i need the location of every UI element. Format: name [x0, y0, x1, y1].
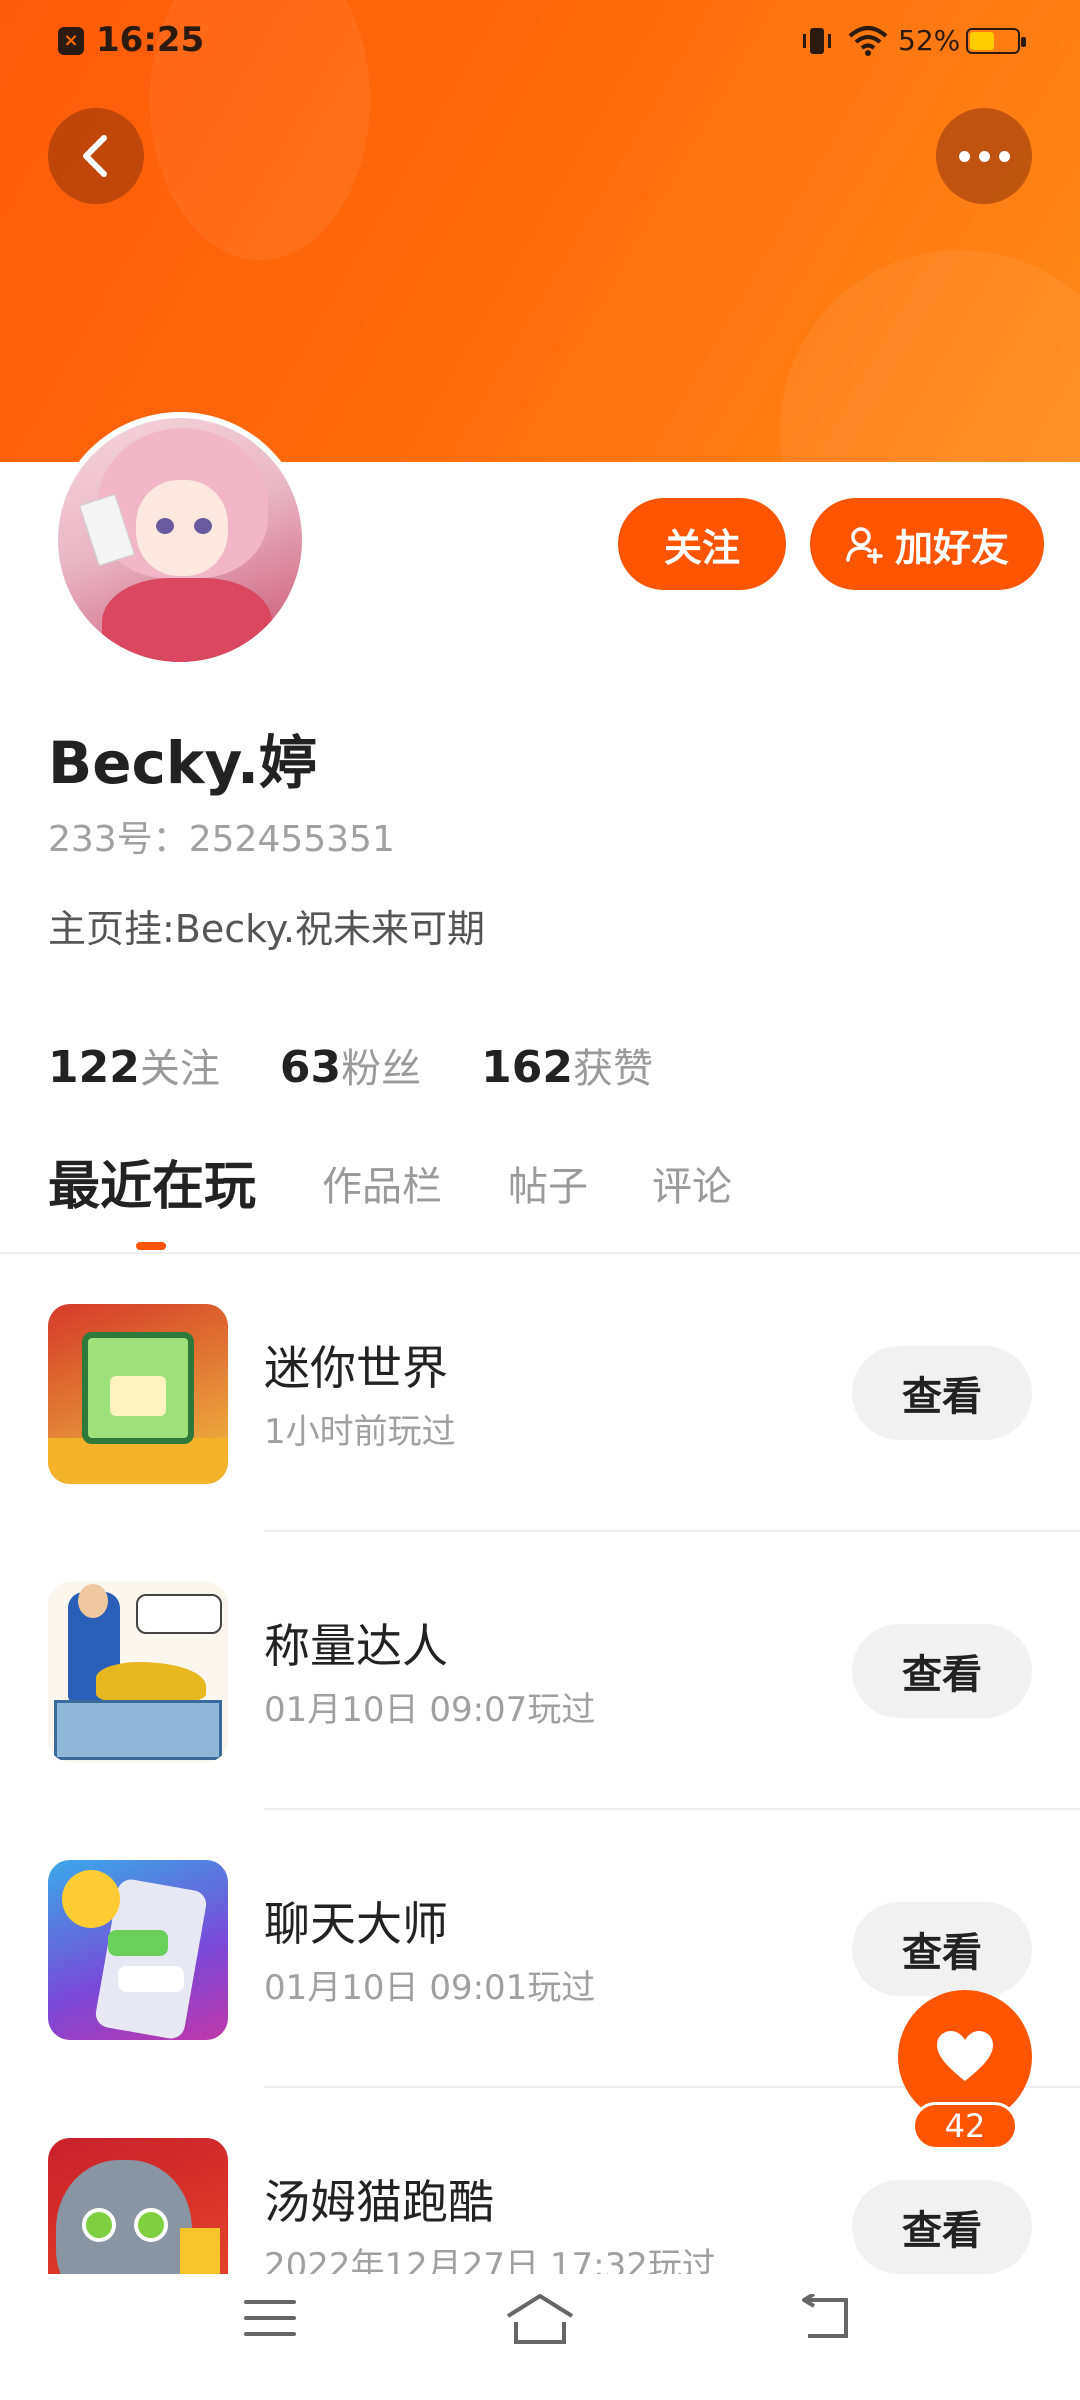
- game-title: 汤姆猫跑酷: [264, 2175, 494, 2229]
- stat-following[interactable]: 122关注: [48, 1036, 220, 1094]
- game-icon: [48, 1582, 228, 1762]
- tab-posts[interactable]: 帖子: [508, 1154, 588, 1212]
- profile-banner: × 16:25 52%: [0, 0, 1080, 462]
- view-button[interactable]: 查看: [852, 1902, 1032, 1996]
- game-time: 01月10日 09:01玩过: [264, 1968, 596, 2008]
- more-button[interactable]: [936, 108, 1032, 204]
- home-icon[interactable]: [504, 2290, 576, 2346]
- battery-text: 52%: [898, 24, 961, 57]
- status-bar: × 16:25 52%: [0, 0, 1080, 80]
- stat-followers[interactable]: 63粉丝: [280, 1036, 421, 1094]
- add-friend-button[interactable]: 加好友: [810, 498, 1044, 590]
- stat-label: 粉丝: [341, 1046, 422, 1092]
- profile-stats: 122关注 63粉丝 162获赞: [48, 1036, 653, 1094]
- banner-decoration: [780, 250, 1080, 462]
- heart-icon: [937, 2031, 993, 2081]
- game-time: 01月10日 09:07玩过: [264, 1690, 596, 1730]
- stat-count: 122: [48, 1042, 140, 1093]
- vibrate-icon: [803, 28, 831, 54]
- more-dots-icon: [958, 150, 1010, 162]
- game-icon: [48, 1860, 228, 2040]
- game-title: 聊天大师: [264, 1897, 448, 1951]
- tab-comments[interactable]: 评论: [652, 1154, 732, 1212]
- view-button[interactable]: 查看: [852, 2180, 1032, 2274]
- stat-count: 63: [279, 1042, 342, 1093]
- view-button[interactable]: 查看: [852, 1346, 1032, 1440]
- profile-uid: 233号：252455351: [48, 819, 395, 860]
- tab-works[interactable]: 作品栏: [322, 1154, 442, 1212]
- stat-likes[interactable]: 162获赞: [481, 1036, 653, 1094]
- avatar[interactable]: [52, 412, 308, 668]
- profile-name: Becky.婷: [48, 729, 318, 797]
- stat-label: 获赞: [572, 1046, 653, 1092]
- chevron-left-icon: [83, 135, 107, 177]
- avatar-image: [58, 418, 302, 662]
- follow-label: 关注: [663, 525, 740, 570]
- game-title: 迷你世界: [264, 1341, 448, 1395]
- battery-fill: [970, 32, 994, 50]
- status-time: 16:25: [96, 20, 205, 60]
- tab-indicator: [136, 1242, 166, 1250]
- menu-icon[interactable]: [244, 2300, 296, 2348]
- wifi-icon: [848, 26, 888, 56]
- add-user-icon: [846, 527, 883, 564]
- game-time: 1小时前玩过: [264, 1412, 456, 1452]
- back-button[interactable]: [48, 108, 144, 204]
- notification-x-icon: ×: [58, 27, 84, 55]
- stat-count: 162: [481, 1042, 573, 1093]
- profile-bio: 主页挂:Becky.祝未来可期: [48, 907, 485, 951]
- like-count: 42: [912, 2102, 1018, 2150]
- game-title: 称量达人: [264, 1619, 448, 1673]
- tab-recent-playing[interactable]: 最近在玩: [48, 1144, 256, 1219]
- back-icon[interactable]: [796, 2294, 852, 2342]
- list-item[interactable]: 迷你世界 1小时前玩过 查看: [0, 1254, 1080, 1532]
- stat-label: 关注: [139, 1046, 220, 1092]
- profile-tabs: 最近在玩 作品栏 帖子 评论: [0, 1134, 1080, 1254]
- battery-icon: [966, 28, 1026, 54]
- view-button[interactable]: 查看: [852, 1624, 1032, 1718]
- follow-button[interactable]: 关注: [618, 498, 786, 590]
- list-item[interactable]: 称量达人 01月10日 09:07玩过 查看: [0, 1532, 1080, 1810]
- game-icon: [48, 1304, 228, 1484]
- add-friend-label: 加好友: [894, 525, 1009, 570]
